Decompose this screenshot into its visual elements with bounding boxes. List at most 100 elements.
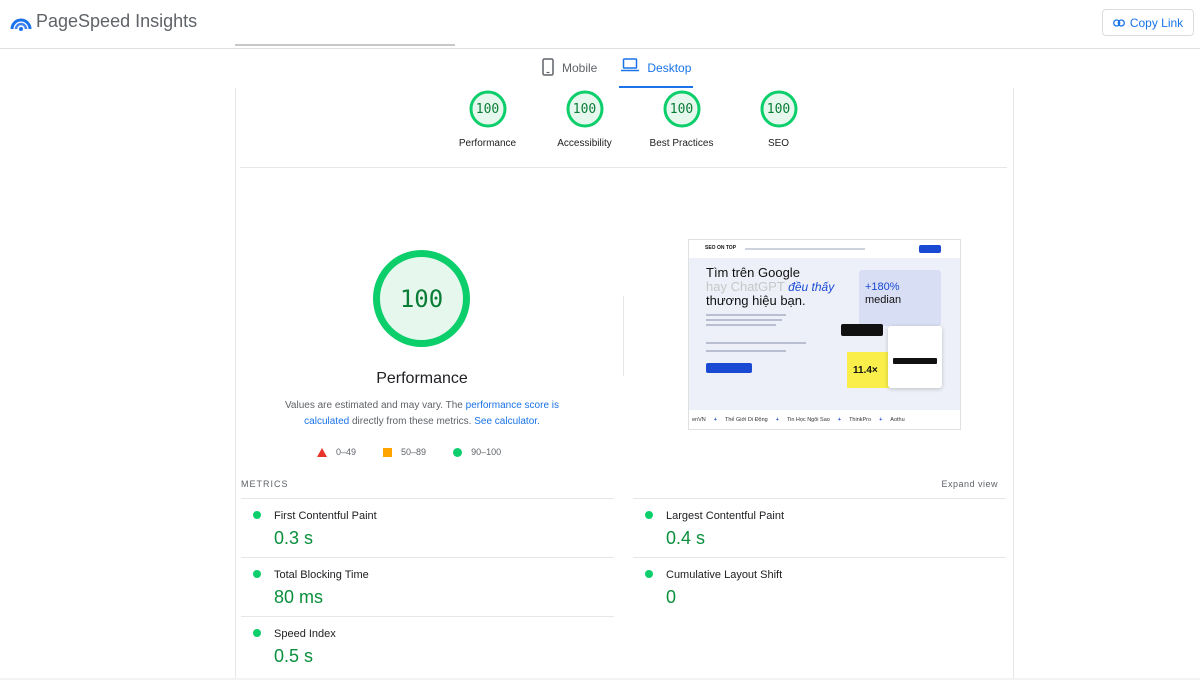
pagespeed-logo-icon — [10, 18, 32, 31]
green-circle-icon — [453, 447, 463, 457]
metric-label: Largest Contentful Paint — [666, 510, 785, 522]
page-screenshot[interactable]: SEO ON TOP Tìm trên Google hay ChatGPT đ… — [688, 239, 961, 430]
note-text: Values are estimated and may vary. The — [284, 400, 466, 411]
metric-value: 0.5 s — [274, 646, 314, 666]
screenshot-headline-2: hay ChatGPT đều thấy — [706, 280, 834, 294]
score-value: 100 — [766, 101, 791, 117]
screenshot-dark-chip — [841, 324, 883, 336]
pass-dot-icon — [253, 629, 261, 637]
ticker-item: enVN — [692, 416, 706, 423]
score-gauge: 100 — [663, 90, 701, 128]
screenshot-nav: SEO ON TOP — [689, 240, 960, 259]
screenshot-nav-links — [745, 248, 865, 250]
screenshot-stat-label: median — [865, 294, 902, 306]
category-performance[interactable]: 100 Performance — [439, 90, 536, 149]
ticker-sep: + — [775, 416, 779, 423]
category-label: Accessibility — [557, 138, 612, 149]
category-label: SEO — [767, 138, 790, 149]
headline-blue: đều thấy — [788, 280, 835, 294]
score-value: 100 — [475, 101, 500, 117]
legend-range: 0–49 — [336, 447, 357, 457]
metrics-header: METRICS — [241, 479, 289, 489]
ticker-sep: + — [837, 416, 842, 423]
category-accessibility[interactable]: 100 Accessibility — [536, 90, 633, 149]
ticker-item: Tin Học Ngôi Sao — [786, 416, 830, 423]
divider — [240, 167, 1007, 168]
category-label: Performance — [458, 138, 517, 149]
screenshot-body-line — [706, 342, 806, 344]
screenshot-body-line — [706, 350, 786, 352]
tab-desktop-label: Desktop — [647, 61, 692, 75]
screenshot-body-line — [706, 314, 786, 316]
metric-fcp: First Contentful Paint 0.3 s — [241, 498, 614, 557]
screenshot-brand: SEO ON TOP — [705, 245, 737, 251]
screenshot-white-card — [888, 326, 942, 388]
top-bar: PageSpeed Insights Copy Link — [0, 0, 1200, 49]
screenshot-body-line — [706, 324, 776, 326]
pass-dot-icon — [645, 511, 653, 519]
vertical-divider — [623, 296, 624, 376]
ticker-sep: + — [879, 416, 883, 423]
screenshot-yellow-value: 11.4× — [853, 365, 878, 376]
note-text: directly from these metrics. — [349, 416, 475, 427]
ticker-item: Thế Giới Di Động — [724, 416, 768, 423]
score-gauge: 100 — [760, 90, 798, 128]
ticker-item: Aothu — [890, 416, 905, 423]
metrics-left: First Contentful Paint 0.3 s Total Block… — [241, 498, 614, 675]
metric-value: 80 ms — [274, 587, 324, 607]
screenshot-nav-button — [919, 245, 941, 253]
category-scores: 100 Performance 100 Accessibility 100 Be… — [439, 90, 827, 149]
red-triangle-icon — [317, 447, 327, 457]
card-bar — [893, 358, 937, 364]
metric-cls: Cumulative Layout Shift 0 — [633, 557, 1006, 616]
score-value: 100 — [572, 101, 597, 117]
legend-average: 50–89 — [383, 447, 426, 457]
screenshot-ticker: enVN + Thế Giới Di Động + Tin Học Ngôi Sao… — [689, 410, 960, 429]
screenshot-body-line — [706, 319, 782, 321]
metric-tbt: Total Blocking Time 80 ms — [241, 557, 614, 616]
score-gauge: 100 — [566, 90, 604, 128]
legend-range: 90–100 — [471, 447, 502, 457]
score-legend: 0–49 50–89 90–100 — [317, 447, 528, 457]
headline-gray: hay ChatGPT — [706, 279, 785, 294]
copy-link-button[interactable]: Copy Link — [1102, 9, 1194, 36]
score-gauge: 100 — [469, 90, 507, 128]
see-calculator-link[interactable]: See calculator. — [474, 416, 540, 427]
metrics-right: Largest Contentful Paint 0.4 s Cumulativ… — [633, 498, 1006, 616]
pass-dot-icon — [253, 570, 261, 578]
category-seo[interactable]: 100 SEO — [730, 90, 827, 149]
screenshot-stat-value: +180% — [865, 281, 900, 293]
tab-mobile[interactable]: Mobile — [540, 58, 599, 88]
screenshot-cta — [706, 363, 752, 373]
screenshot-headline-1: Tìm trên Google — [706, 265, 800, 280]
copy-link-label: Copy Link — [1129, 15, 1184, 30]
pass-dot-icon — [253, 511, 261, 519]
laptop-icon — [621, 58, 640, 72]
performance-score: 100 — [399, 284, 444, 313]
ticker-sep: + — [713, 416, 717, 423]
legend-pass: 90–100 — [453, 447, 501, 457]
ticker-item: ThinkPro — [849, 416, 872, 423]
scrolled-url-fragment — [235, 41, 455, 49]
score-note: Values are estimated and may vary. The p… — [276, 398, 568, 430]
category-label: Best Practices — [649, 138, 714, 149]
tab-desktop[interactable]: Desktop — [619, 58, 694, 88]
app-title: PageSpeed Insights — [36, 11, 198, 31]
expand-view-toggle[interactable]: Expand view — [941, 479, 998, 489]
metric-value: 0.4 s — [666, 528, 706, 548]
category-best-practices[interactable]: 100 Best Practices — [633, 90, 730, 149]
performance-gauge: 100 — [372, 249, 471, 348]
metric-value: 0.3 s — [274, 528, 314, 548]
orange-square-icon — [383, 447, 393, 457]
tab-mobile-label: Mobile — [562, 61, 598, 75]
metric-label: First Contentful Paint — [274, 510, 377, 522]
legend-range: 50–89 — [401, 447, 427, 457]
legend-fail: 0–49 — [317, 447, 356, 457]
metric-si: Speed Index 0.5 s — [241, 616, 614, 675]
smartphone-icon — [542, 58, 554, 76]
metric-label: Total Blocking Time — [274, 569, 369, 581]
screenshot-yellow-card: 11.4× — [847, 352, 891, 388]
device-tabs: Mobile Desktop — [540, 58, 694, 88]
performance-title: Performance — [376, 370, 468, 387]
link-icon — [1112, 18, 1125, 27]
